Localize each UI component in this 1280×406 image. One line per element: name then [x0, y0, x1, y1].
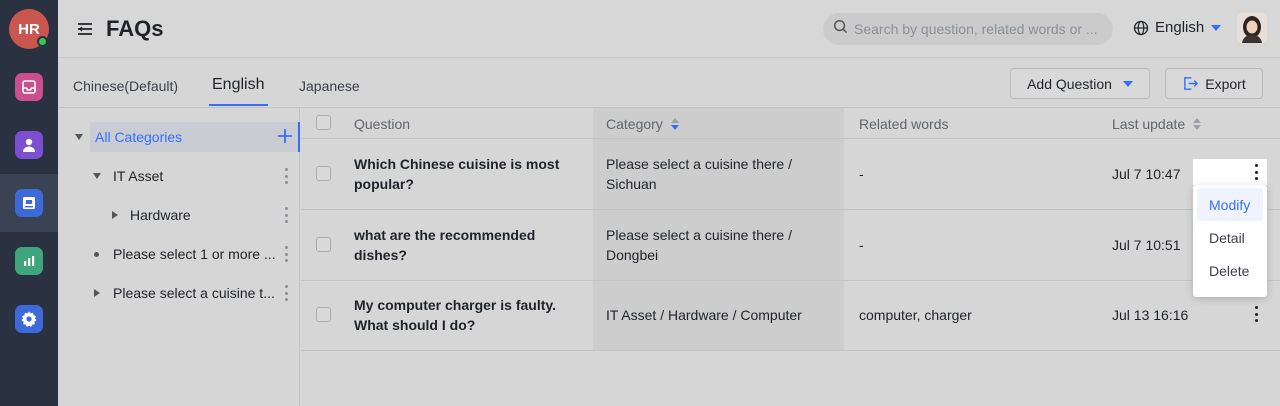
language-tabs: Chinese(Default) English Japanese Add Qu…	[58, 58, 1280, 108]
chevron-down-icon	[1122, 80, 1133, 87]
more-options-icon[interactable]	[284, 207, 288, 223]
tab-chinese[interactable]: Chinese(Default)	[73, 78, 178, 94]
row-more-options-icon[interactable]	[1254, 164, 1258, 180]
category-cell: IT Asset / Hardware / Computer	[606, 307, 802, 323]
add-category-icon[interactable]	[278, 129, 292, 143]
question-cell: Which Chinese cuisine is most popular?	[354, 156, 560, 192]
row-more-options-icon[interactable]	[1254, 306, 1258, 322]
bar-chart-icon	[15, 247, 43, 275]
menu-item-delete[interactable]: Delete	[1197, 254, 1263, 287]
caret-down-icon[interactable]	[75, 134, 83, 140]
rail-item-inbox[interactable]	[0, 58, 58, 116]
export-label: Export	[1205, 75, 1246, 92]
menu-toggle-icon[interactable]	[76, 20, 94, 38]
column-header-related-words: Related words	[859, 116, 949, 132]
caret-down-icon[interactable]	[93, 173, 101, 179]
table-header: Question Category Related words Last upd…	[301, 108, 1280, 139]
book-icon	[15, 189, 43, 217]
sort-icon[interactable]	[1193, 118, 1202, 130]
select-all-checkbox[interactable]	[316, 115, 331, 130]
related-words-cell: -	[859, 237, 864, 253]
user-icon	[15, 131, 43, 159]
related-words-cell: computer, charger	[859, 307, 972, 323]
category-cell: Please select a cuisine there / Dongbei	[606, 227, 792, 263]
active-tab-indicator	[209, 104, 268, 106]
table-row[interactable]: Which Chinese cuisine is most popular? P…	[301, 139, 1280, 210]
search-input[interactable]	[854, 21, 1104, 37]
related-words-cell: -	[859, 166, 864, 182]
row-checkbox[interactable]	[316, 237, 331, 252]
search-box[interactable]	[823, 13, 1113, 45]
tree-item-label: Please select a cuisine t...	[113, 285, 275, 301]
user-avatar[interactable]	[1237, 13, 1267, 43]
question-cell: My computer charger is faulty. What shou…	[354, 297, 557, 333]
inbox-icon	[15, 73, 43, 101]
question-cell: what are the recommended dishes?	[354, 227, 536, 263]
left-rail: HR	[0, 0, 58, 406]
column-header-category[interactable]: Category	[606, 116, 679, 132]
more-options-icon[interactable]	[284, 285, 288, 301]
avatar-initials: HR	[18, 20, 40, 38]
search-icon	[833, 19, 848, 39]
sort-icon[interactable]	[670, 118, 679, 130]
tree-item-label: Please select 1 or more ...	[113, 246, 276, 262]
tree-item-label: Hardware	[130, 207, 191, 223]
language-selector[interactable]: English	[1133, 19, 1222, 36]
workspace-avatar[interactable]: HR	[9, 9, 49, 49]
tree-item-hardware[interactable]: Hardware	[58, 200, 300, 230]
add-question-button[interactable]: Add Question	[1010, 68, 1150, 99]
rail-item-analytics[interactable]	[0, 232, 58, 290]
rail-item-user[interactable]	[0, 116, 58, 174]
gear-icon	[15, 305, 43, 333]
language-label: English	[1155, 19, 1205, 36]
row-checkbox[interactable]	[316, 307, 331, 322]
export-button[interactable]: Export	[1165, 68, 1263, 99]
tree-item-all-categories[interactable]: All Categories	[75, 122, 300, 152]
tab-japanese[interactable]: Japanese	[299, 78, 360, 94]
tree-item-it-asset[interactable]: IT Asset	[58, 161, 300, 191]
row-actions-menu: Modify Detail Delete	[1193, 185, 1267, 297]
column-header-last-update[interactable]: Last update	[1112, 116, 1202, 132]
caret-right-icon[interactable]	[94, 289, 100, 297]
rail-item-settings[interactable]	[0, 290, 58, 348]
column-header-question: Question	[354, 116, 411, 132]
top-header: FAQs English	[58, 0, 1280, 58]
tree-item-select-cuisine[interactable]: Please select a cuisine t...	[58, 278, 300, 308]
table-row[interactable]: My computer charger is faulty. What shou…	[301, 280, 1280, 351]
category-cell: Please select a cuisine there / Sichuan	[606, 156, 792, 192]
globe-icon	[1133, 20, 1149, 36]
more-options-icon[interactable]	[284, 246, 288, 262]
faq-table: Question Category Related words Last upd…	[301, 108, 1280, 406]
tree-item-label: IT Asset	[113, 168, 164, 184]
column-header-label: Category	[606, 116, 663, 132]
row-actions-anchor	[1193, 159, 1267, 185]
caret-right-icon[interactable]	[112, 211, 118, 219]
tree-item-label: All Categories	[95, 129, 183, 145]
chevron-down-icon	[1211, 24, 1222, 31]
last-update-cell: Jul 13 16:16	[1112, 307, 1189, 323]
online-status-dot	[37, 36, 48, 47]
rail-item-knowledge-base[interactable]	[0, 174, 58, 232]
menu-item-detail[interactable]: Detail	[1197, 221, 1263, 254]
page-title: FAQs	[106, 16, 164, 41]
column-header-label: Last update	[1112, 116, 1186, 132]
tree-item-select-one-or-more[interactable]: Please select 1 or more ...	[58, 239, 300, 269]
table-row[interactable]: what are the recommended dishes? Please …	[301, 210, 1280, 281]
export-icon	[1182, 75, 1199, 92]
add-question-label: Add Question	[1027, 75, 1112, 92]
menu-item-modify[interactable]: Modify	[1197, 188, 1263, 221]
more-options-icon[interactable]	[284, 168, 288, 184]
bullet-icon	[94, 252, 99, 257]
category-tree: All Categories IT Asset Hardware Please …	[58, 108, 300, 406]
row-checkbox[interactable]	[316, 166, 331, 181]
tab-english[interactable]: English	[212, 76, 264, 94]
selection-indicator	[298, 122, 300, 152]
